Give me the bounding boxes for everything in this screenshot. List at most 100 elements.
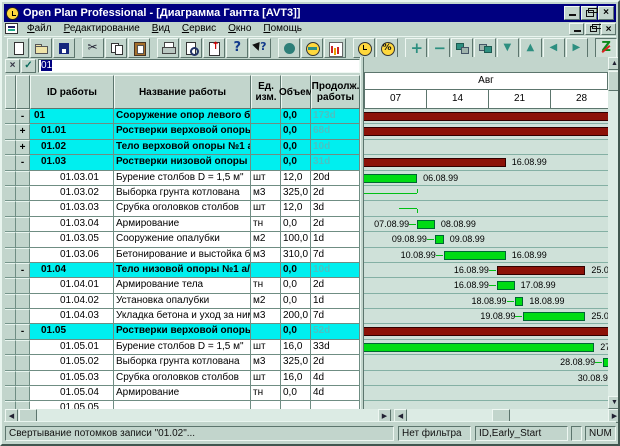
row-selector[interactable] — [5, 186, 16, 201]
cancel-edit-button[interactable]: × — [5, 59, 20, 73]
document-system-menu-icon[interactable] — [5, 23, 18, 34]
menu-item-0[interactable]: Файл — [21, 23, 58, 34]
row-selector[interactable] — [5, 109, 16, 124]
task-bar[interactable] — [364, 343, 594, 352]
task-bar[interactable] — [364, 174, 417, 183]
scroll-down-button[interactable]: ▼ — [608, 396, 620, 409]
table-row[interactable]: 01.03.06Бетонирование и выстойка бетонам… — [5, 248, 360, 263]
close-button[interactable]: × — [598, 6, 614, 20]
row-selector[interactable] — [5, 340, 16, 355]
menu-item-5[interactable]: Помощь — [257, 23, 308, 34]
task-bar[interactable] — [417, 220, 435, 229]
table-row[interactable]: 01.03.03Срубка оголовков столбовшт12,03d — [5, 201, 360, 216]
child-minimize-button[interactable] — [569, 23, 584, 35]
gantt-vertical-scrollbar[interactable]: ▲ ▼ — [608, 57, 620, 409]
paste-button[interactable] — [128, 38, 150, 58]
table-row[interactable]: 01.04.02Установка опалубким20,01d — [5, 294, 360, 309]
row-selector[interactable] — [5, 401, 16, 409]
move-down-button[interactable] — [497, 38, 519, 58]
summary-bar[interactable] — [364, 127, 608, 136]
time-globe-button[interactable] — [301, 38, 323, 58]
percent-button[interactable] — [376, 38, 398, 58]
scroll-up-button[interactable]: ▲ — [608, 57, 620, 70]
task-bar[interactable] — [444, 251, 506, 260]
row-selector[interactable] — [5, 171, 16, 186]
table-row[interactable]: +01.01Ростверки верховой опоры №1 а/д0,0… — [5, 124, 360, 139]
expand-toggle[interactable]: + — [16, 124, 30, 139]
row-selector[interactable] — [5, 140, 16, 155]
table-row[interactable]: -01.04Тело низовой опоры №1 а/д моста0,0… — [5, 263, 360, 278]
move-up-button[interactable] — [520, 38, 542, 58]
summary-bar[interactable] — [364, 327, 608, 336]
expand-toggle[interactable]: - — [16, 155, 30, 170]
table-row[interactable]: 01.05.05 — [5, 401, 360, 409]
clock-button[interactable] — [353, 38, 375, 58]
context-help-button[interactable] — [249, 38, 271, 58]
rollup-button[interactable] — [203, 38, 225, 58]
open-folder-button[interactable] — [30, 38, 52, 58]
row-selector[interactable] — [5, 294, 16, 309]
restore-button[interactable] — [581, 6, 597, 20]
table-row[interactable]: 01.05.02Выборка грунта котлованам3325,02… — [5, 355, 360, 370]
move-left-button[interactable] — [543, 38, 565, 58]
table-row[interactable]: -01Сооружение опор левого берега0,0173d — [5, 109, 360, 124]
confirm-edit-button[interactable]: ✓ — [21, 59, 36, 73]
table-row[interactable]: -01.03Ростверки низовой опоры №1 а/д м0,… — [5, 155, 360, 170]
table-row[interactable]: -01.05Ростверки верховой опоры №2 а/д0,0… — [5, 324, 360, 339]
move-right-button[interactable] — [566, 38, 588, 58]
summary-bar[interactable] — [364, 112, 608, 121]
row-selector[interactable] — [5, 355, 16, 370]
minimize-button[interactable] — [564, 6, 580, 20]
menu-item-1[interactable]: Редактирование — [58, 23, 146, 34]
print-button[interactable] — [157, 38, 179, 58]
save-button[interactable] — [53, 38, 75, 58]
expand-toggle[interactable]: - — [16, 263, 30, 278]
gantt-view-button[interactable] — [595, 38, 617, 58]
child-restore-button[interactable] — [585, 23, 600, 35]
row-selector[interactable] — [5, 324, 16, 339]
table-row[interactable]: 01.05.04Армированиетн0,04d — [5, 386, 360, 401]
status-circle-button[interactable] — [278, 38, 300, 58]
link-activities-button[interactable] — [451, 38, 473, 58]
table-row[interactable]: 01.04.01Армирование телатн0,02d — [5, 278, 360, 293]
new-document-button[interactable] — [7, 38, 29, 58]
task-bar[interactable] — [497, 281, 515, 290]
table-row[interactable]: 01.03.04Армированиетн0,02d — [5, 217, 360, 232]
row-selector[interactable] — [5, 386, 16, 401]
task-bar[interactable] — [435, 235, 444, 244]
table-row[interactable]: 01.03.01Бурение столбов D = 1,5 м"шт12,0… — [5, 171, 360, 186]
menu-item-3[interactable]: Сервис — [176, 23, 222, 34]
table-row[interactable]: +01.02Тело верховой опоры №1 а/д моста0,… — [5, 140, 360, 155]
summary-bar[interactable] — [364, 158, 506, 167]
add-activity-button[interactable] — [405, 38, 427, 58]
row-selector[interactable] — [5, 232, 16, 247]
print-preview-button[interactable] — [180, 38, 202, 58]
table-row[interactable]: 01.03.02Выборка грунта котлованам3325,02… — [5, 186, 360, 201]
row-selector[interactable] — [5, 309, 16, 324]
row-selector[interactable] — [5, 371, 16, 386]
menu-item-4[interactable]: Окно — [222, 23, 257, 34]
vertical-scroll-thumb[interactable] — [608, 71, 620, 91]
copy-button[interactable] — [105, 38, 127, 58]
row-selector[interactable] — [5, 155, 16, 170]
unlink-activities-button[interactable] — [474, 38, 496, 58]
row-selector[interactable] — [5, 263, 16, 278]
histogram-button[interactable] — [324, 38, 346, 58]
menu-item-2[interactable]: Вид — [146, 23, 176, 34]
table-row[interactable]: 01.05.03Срубка оголовков столбовшт16,04d — [5, 371, 360, 386]
expand-toggle[interactable]: - — [16, 109, 30, 124]
help-button[interactable] — [226, 38, 248, 58]
summary-bar[interactable] — [497, 266, 586, 275]
row-selector[interactable] — [5, 217, 16, 232]
cut-button[interactable] — [82, 38, 104, 58]
expand-toggle[interactable]: - — [16, 324, 30, 339]
table-row[interactable]: 01.05.01Бурение столбов D = 1,5 м"шт16,0… — [5, 340, 360, 355]
table-row[interactable]: 01.03.05Сооружение опалубким2100,01d — [5, 232, 360, 247]
table-row[interactable]: 01.04.03Укладка бетона и уход за нимм320… — [5, 309, 360, 324]
expand-toggle[interactable]: + — [16, 140, 30, 155]
task-bar[interactable] — [515, 297, 524, 306]
cell-edit-input[interactable]: 01 — [38, 59, 360, 73]
row-selector[interactable] — [5, 124, 16, 139]
row-selector[interactable] — [5, 278, 16, 293]
delete-activity-button[interactable] — [428, 38, 450, 58]
